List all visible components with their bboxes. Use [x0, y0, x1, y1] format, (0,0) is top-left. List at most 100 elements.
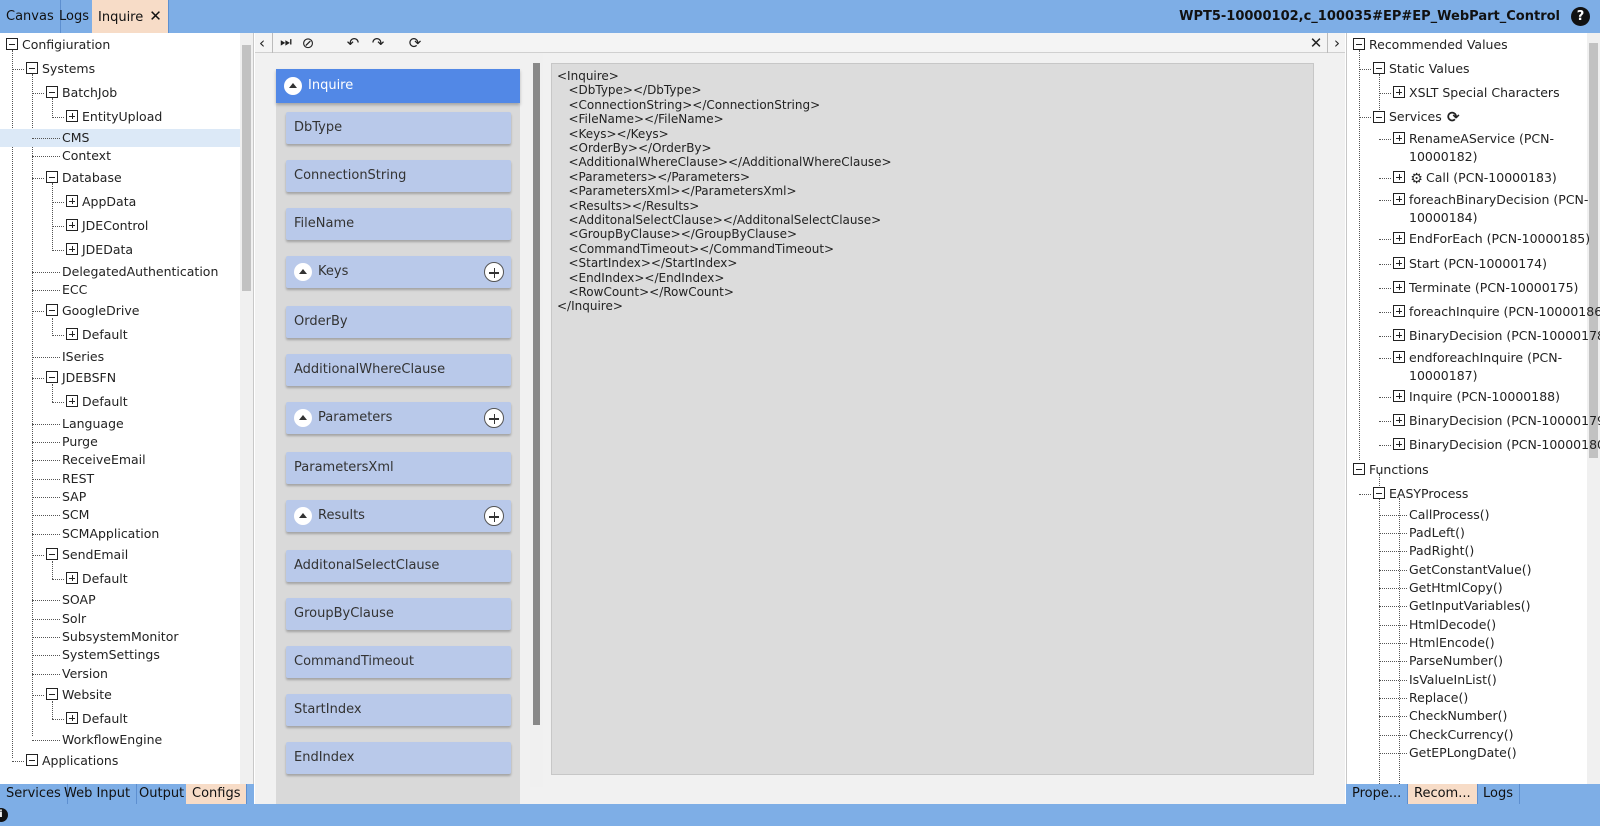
expand-toggle-icon[interactable] [1393, 257, 1405, 269]
add-item-icon[interactable] [484, 262, 504, 282]
tab-recommended[interactable]: Recom... [1408, 784, 1478, 804]
tree-item-purge[interactable]: Purge [62, 433, 98, 451]
tab-configs[interactable]: Configs [186, 784, 248, 804]
tab-output[interactable]: Output [133, 784, 192, 804]
tree-item-jdedata[interactable]: JDEData [66, 241, 133, 259]
recommended-item-foreachinquire-pcn-10000186[interactable]: foreachInquire (PCN-10000186) [1393, 303, 1600, 321]
tree-item-context[interactable]: Context [62, 147, 111, 165]
form-header[interactable]: Inquire [276, 69, 520, 103]
redo-icon[interactable]: ↷ [368, 34, 388, 52]
field-parametersxml[interactable]: ParametersXml [286, 452, 511, 484]
recommended-item-foreachbinarydecision-pcn[interactable]: foreachBinaryDecision (PCN- 10000184) [1393, 191, 1588, 225]
refresh-icon[interactable]: ⟳ [1442, 108, 1460, 126]
recommended-item-static-values[interactable]: Static Values [1373, 60, 1470, 78]
field-keys[interactable]: Keys [286, 256, 511, 288]
collapse-toggle-icon[interactable] [1373, 487, 1385, 499]
tree-item-configiuration[interactable]: Configiuration [6, 36, 110, 54]
collapse-toggle-icon[interactable] [46, 371, 58, 383]
collapse-caret-icon[interactable] [284, 77, 302, 95]
tab-logs-right[interactable]: Logs [1477, 784, 1520, 804]
expand-toggle-icon[interactable] [1393, 414, 1405, 426]
tab-inquire[interactable]: Inquire ✕ [92, 0, 169, 33]
collapse-toggle-icon[interactable] [26, 754, 38, 766]
collapse-toggle-icon[interactable] [6, 38, 18, 50]
collapse-toggle-icon[interactable] [1353, 463, 1365, 475]
tree-item-default[interactable]: Default [66, 326, 128, 344]
expand-toggle-icon[interactable] [1393, 171, 1405, 183]
recommended-item-services[interactable]: Services ⟳ [1373, 108, 1460, 126]
undo-icon[interactable]: ↶ [343, 34, 363, 52]
recommended-item-checknumber[interactable]: CheckNumber() [1409, 707, 1507, 725]
collapse-caret-icon[interactable] [294, 263, 312, 281]
expand-toggle-icon[interactable] [66, 572, 78, 584]
tree-item-sendemail[interactable]: SendEmail [46, 546, 128, 564]
xml-preview[interactable]: <Inquire> <DbType></DbType> <ConnectionS… [551, 63, 1314, 775]
nav-right-icon[interactable]: › [1330, 34, 1344, 52]
expand-toggle-icon[interactable] [1393, 232, 1405, 244]
expand-toggle-icon[interactable] [1393, 351, 1405, 363]
field-additonalselectclause[interactable]: AdditonalSelectClause [286, 550, 511, 582]
tree-item-jdecontrol[interactable]: JDEControl [66, 217, 148, 235]
field-groupbyclause[interactable]: GroupByClause [286, 598, 511, 630]
field-startindex[interactable]: StartIndex [286, 694, 511, 726]
form-scrollbar-thumb[interactable] [533, 63, 540, 725]
field-parameters[interactable]: Parameters [286, 402, 511, 434]
recommended-item-gethtmlcopy[interactable]: GetHtmlCopy() [1409, 579, 1503, 597]
tree-item-jdebsfn[interactable]: JDEBSFN [46, 369, 116, 387]
recommended-item-xslt-special-characters[interactable]: XSLT Special Characters [1393, 84, 1560, 102]
tree-item-iseries[interactable]: ISeries [62, 348, 104, 366]
field-filename[interactable]: FileName [286, 208, 511, 240]
expand-toggle-icon[interactable] [1393, 390, 1405, 402]
tree-item-systems[interactable]: Systems [26, 60, 95, 78]
expand-toggle-icon[interactable] [1393, 281, 1405, 293]
tree-item-systemsettings[interactable]: SystemSettings [62, 646, 160, 664]
tab-properties[interactable]: Prope... [1346, 784, 1409, 804]
right-scrollbar-thumb[interactable] [1589, 43, 1598, 458]
recommended-item-getinputvariables[interactable]: GetInputVariables() [1409, 597, 1531, 615]
collapse-toggle-icon[interactable] [1353, 38, 1365, 50]
field-endindex[interactable]: EndIndex [286, 742, 511, 774]
field-connectionstring[interactable]: ConnectionString [286, 160, 511, 192]
tree-item-scmapplication[interactable]: SCMApplication [62, 525, 159, 543]
expand-toggle-icon[interactable] [66, 395, 78, 407]
recommended-item-padleft[interactable]: PadLeft() [1409, 524, 1465, 542]
tree-item-appdata[interactable]: AppData [66, 193, 136, 211]
recommended-item-endforeach-pcn-10000185[interactable]: EndForEach (PCN-10000185) [1393, 230, 1590, 248]
recommended-item-isvalueinlist[interactable]: IsValueInList() [1409, 671, 1497, 689]
collapse-caret-icon[interactable] [294, 507, 312, 525]
recommended-item-getconstantvalue[interactable]: GetConstantValue() [1409, 561, 1532, 579]
left-scrollbar[interactable] [240, 33, 253, 784]
recommended-item-htmldecode[interactable]: HtmlDecode() [1409, 616, 1496, 634]
recommended-item-renameaservice-pcn[interactable]: RenameAService (PCN- 10000182) [1393, 130, 1554, 164]
tree-item-applications[interactable]: Applications [26, 752, 118, 770]
expand-toggle-icon[interactable] [1393, 132, 1405, 144]
step-forward-icon[interactable]: ⏭ [277, 34, 295, 52]
recommended-item-inquire-pcn-10000188[interactable]: Inquire (PCN-10000188) [1393, 388, 1560, 406]
help-icon[interactable]: ? [1571, 7, 1590, 26]
tree-item-receiveemail[interactable]: ReceiveEmail [62, 451, 146, 469]
expand-toggle-icon[interactable] [66, 110, 78, 122]
collapse-toggle-icon[interactable] [46, 171, 58, 183]
expand-toggle-icon[interactable] [1393, 438, 1405, 450]
tree-item-scm[interactable]: SCM [62, 506, 89, 524]
tree-item-version[interactable]: Version [62, 665, 108, 683]
tree-item-ecc[interactable]: ECC [62, 281, 87, 299]
refresh-icon[interactable]: ⟳ [405, 34, 425, 52]
tree-item-default[interactable]: Default [66, 710, 128, 728]
recommended-item-recommended-values[interactable]: Recommended Values [1353, 36, 1508, 54]
collapse-toggle-icon[interactable] [46, 688, 58, 700]
recommended-item-replace[interactable]: Replace() [1409, 689, 1468, 707]
left-scrollbar-thumb[interactable] [242, 45, 251, 291]
info-icon[interactable]: i [0, 808, 8, 822]
field-dbtype[interactable]: DbType [286, 112, 511, 144]
collapse-toggle-icon[interactable] [46, 548, 58, 560]
tree-item-soap[interactable]: SOAP [62, 591, 96, 609]
tree-item-googledrive[interactable]: GoogleDrive [46, 302, 139, 320]
recommended-item-parsenumber[interactable]: ParseNumber() [1409, 652, 1503, 670]
tab-canvas[interactable]: Canvas [0, 0, 61, 33]
recommended-item-functions[interactable]: Functions [1353, 461, 1429, 479]
cancel-icon[interactable]: ⊘ [299, 34, 317, 52]
tree-item-database[interactable]: Database [46, 169, 122, 187]
expand-toggle-icon[interactable] [66, 219, 78, 231]
collapse-toggle-icon[interactable] [46, 304, 58, 316]
